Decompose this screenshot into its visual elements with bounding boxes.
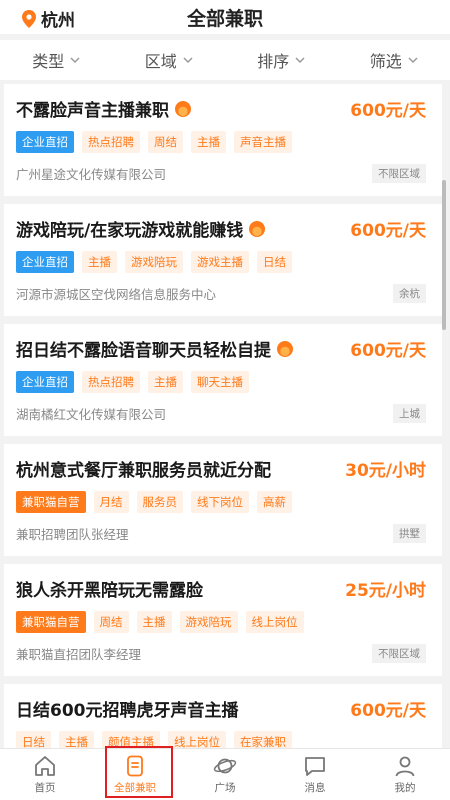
tab-messages[interactable]: 消息 bbox=[270, 749, 360, 800]
job-tag: 游戏陪玩 bbox=[125, 251, 183, 273]
job-salary: 25元/小时 bbox=[345, 581, 426, 601]
scrollbar[interactable] bbox=[442, 180, 446, 330]
job-title: 日结600元招聘虎牙声音主播 bbox=[16, 701, 239, 721]
filter-label: 类型 bbox=[32, 52, 65, 71]
job-salary: 600元/天 bbox=[350, 701, 426, 721]
job-salary: 600元/天 bbox=[350, 341, 426, 361]
job-tags: 兼职猫自营 月结 服务员 线下岗位 高薪 bbox=[16, 491, 292, 513]
filter-bar: 类型 区域 排序 筛选 bbox=[0, 40, 450, 80]
job-company: 兼职猫直招团队李经理 bbox=[16, 647, 142, 662]
job-company: 湖南橘红文化传媒有限公司 bbox=[16, 407, 167, 422]
job-list: 不露脸声音主播兼职 600元/天 企业直招 热点招聘 周结 主播 声音主播 广州… bbox=[0, 84, 450, 748]
job-tag: 企业直招 bbox=[16, 251, 74, 273]
job-tags: 企业直招 热点招聘 主播 聊天主播 bbox=[16, 371, 249, 393]
filter-sort[interactable]: 排序 bbox=[225, 40, 338, 80]
job-tag: 线上岗位 bbox=[245, 611, 304, 633]
job-tag: 游戏主播 bbox=[191, 251, 249, 273]
job-tags: 兼职猫自营 周结 主播 游戏陪玩 线上岗位 bbox=[16, 611, 304, 633]
job-tag: 热点招聘 bbox=[82, 131, 140, 153]
job-tags: 企业直招 主播 游戏陪玩 游戏主播 日结 bbox=[16, 251, 292, 273]
job-tag: 主播 bbox=[59, 731, 94, 748]
home-icon bbox=[35, 755, 55, 776]
filter-label: 筛选 bbox=[369, 52, 402, 71]
job-tag: 日结 bbox=[257, 251, 292, 273]
job-area-badge: 余杭 bbox=[393, 284, 426, 303]
job-area-badge: 不限区域 bbox=[372, 644, 426, 663]
job-tag: 主播 bbox=[82, 251, 117, 273]
tab-home[interactable]: 首页 bbox=[0, 749, 90, 800]
job-card[interactable]: 不露脸声音主播兼职 600元/天 企业直招 热点招聘 周结 主播 声音主播 广州… bbox=[4, 84, 442, 196]
job-area-badge: 上城 bbox=[393, 404, 426, 423]
job-tag: 线下岗位 bbox=[191, 491, 249, 513]
hot-fire-icon bbox=[249, 220, 266, 237]
job-company: 河源市源城区空伐网络信息服务中心 bbox=[16, 287, 217, 302]
job-tag: 聊天主播 bbox=[191, 371, 249, 393]
job-tag: 线上岗位 bbox=[168, 731, 226, 748]
planet-icon bbox=[213, 758, 237, 773]
job-tag: 兼职猫自营 bbox=[16, 611, 86, 633]
chevron-down-icon bbox=[295, 56, 305, 63]
job-tag: 企业直招 bbox=[16, 371, 74, 393]
job-tags: 企业直招 热点招聘 周结 主播 声音主播 bbox=[16, 131, 292, 153]
job-salary: 600元/天 bbox=[350, 101, 426, 121]
filter-type[interactable]: 类型 bbox=[0, 40, 113, 80]
job-company: 兼职招聘团队张经理 bbox=[16, 527, 129, 542]
job-tag: 游戏陪玩 bbox=[179, 611, 238, 633]
user-icon bbox=[395, 756, 415, 776]
job-card[interactable]: 游戏陪玩/在家玩游戏就能赚钱 600元/天 企业直招 主播 游戏陪玩 游戏主播 … bbox=[4, 204, 442, 316]
document-icon bbox=[127, 755, 143, 776]
job-tag: 颜值主播 bbox=[102, 731, 160, 748]
job-tag: 企业直招 bbox=[16, 131, 74, 153]
job-tag: 主播 bbox=[148, 371, 183, 393]
tab-label: 消息 bbox=[304, 781, 326, 794]
job-tag: 主播 bbox=[191, 131, 226, 153]
chevron-down-icon bbox=[183, 56, 193, 63]
tab-label: 全部兼职 bbox=[114, 781, 156, 794]
job-card[interactable]: 日结600元招聘虎牙声音主播 600元/天 日结 主播 颜值主播 线上岗位 在家… bbox=[4, 684, 442, 748]
job-tag: 在家兼职 bbox=[234, 731, 292, 748]
job-tag: 热点招聘 bbox=[82, 371, 140, 393]
job-title: 招日结不露脸语音聊天员轻松自提 bbox=[16, 336, 293, 361]
filter-label: 区域 bbox=[144, 52, 177, 71]
job-salary: 600元/天 bbox=[350, 221, 426, 241]
filter-label: 排序 bbox=[257, 52, 290, 71]
job-tag: 周结 bbox=[148, 131, 183, 153]
job-tag: 兼职猫自营 bbox=[16, 491, 86, 513]
job-tag: 高薪 bbox=[257, 491, 292, 513]
job-tag: 日结 bbox=[16, 731, 51, 748]
hot-fire-icon bbox=[277, 340, 293, 357]
job-area-badge: 不限区域 bbox=[372, 164, 426, 183]
tab-all-jobs[interactable]: 全部兼职 bbox=[90, 749, 180, 800]
job-card[interactable]: 招日结不露脸语音聊天员轻松自提 600元/天 企业直招 热点招聘 主播 聊天主播… bbox=[4, 324, 442, 436]
job-title: 不露脸声音主播兼职 bbox=[16, 96, 191, 121]
message-icon bbox=[305, 756, 325, 776]
job-tag: 主播 bbox=[136, 611, 172, 633]
job-title: 狼人杀开黑陪玩无需露脸 bbox=[16, 581, 203, 601]
job-card[interactable]: 狼人杀开黑陪玩无需露脸 25元/小时 兼职猫自营 周结 主播 游戏陪玩 线上岗位… bbox=[4, 564, 442, 676]
job-tag: 周结 bbox=[93, 611, 129, 633]
chevron-down-icon bbox=[408, 56, 418, 63]
job-title: 游戏陪玩/在家玩游戏就能赚钱 bbox=[16, 216, 266, 241]
job-tags: 日结 主播 颜值主播 线上岗位 在家兼职 bbox=[16, 731, 292, 748]
job-card[interactable]: 杭州意式餐厅兼职服务员就近分配 30元/小时 兼职猫自营 月结 服务员 线下岗位… bbox=[4, 444, 442, 556]
job-tag: 声音主播 bbox=[234, 131, 292, 153]
tab-label: 首页 bbox=[34, 781, 56, 794]
job-salary: 30元/小时 bbox=[345, 461, 426, 481]
filter-screen[interactable]: 筛选 bbox=[338, 40, 450, 80]
job-tag: 月结 bbox=[93, 491, 129, 513]
page-title: 全部兼职 bbox=[186, 8, 263, 30]
job-area-badge: 拱墅 bbox=[393, 524, 426, 543]
top-header: 杭州 全部兼职 bbox=[0, 0, 450, 34]
filter-region[interactable]: 区域 bbox=[113, 40, 226, 80]
tab-square[interactable]: 广场 bbox=[180, 749, 270, 800]
tab-label: 广场 bbox=[214, 781, 236, 794]
hot-fire-icon bbox=[175, 100, 191, 117]
job-title: 杭州意式餐厅兼职服务员就近分配 bbox=[16, 461, 271, 481]
bottom-tab-bar: 首页 全部兼职 广场 消息 我的 bbox=[0, 748, 450, 800]
tab-mine[interactable]: 我的 bbox=[360, 749, 450, 800]
tab-label: 我的 bbox=[394, 781, 416, 794]
chevron-down-icon bbox=[70, 56, 80, 63]
job-company: 广州星途文化传媒有限公司 bbox=[16, 167, 167, 182]
job-tag: 服务员 bbox=[136, 491, 183, 513]
